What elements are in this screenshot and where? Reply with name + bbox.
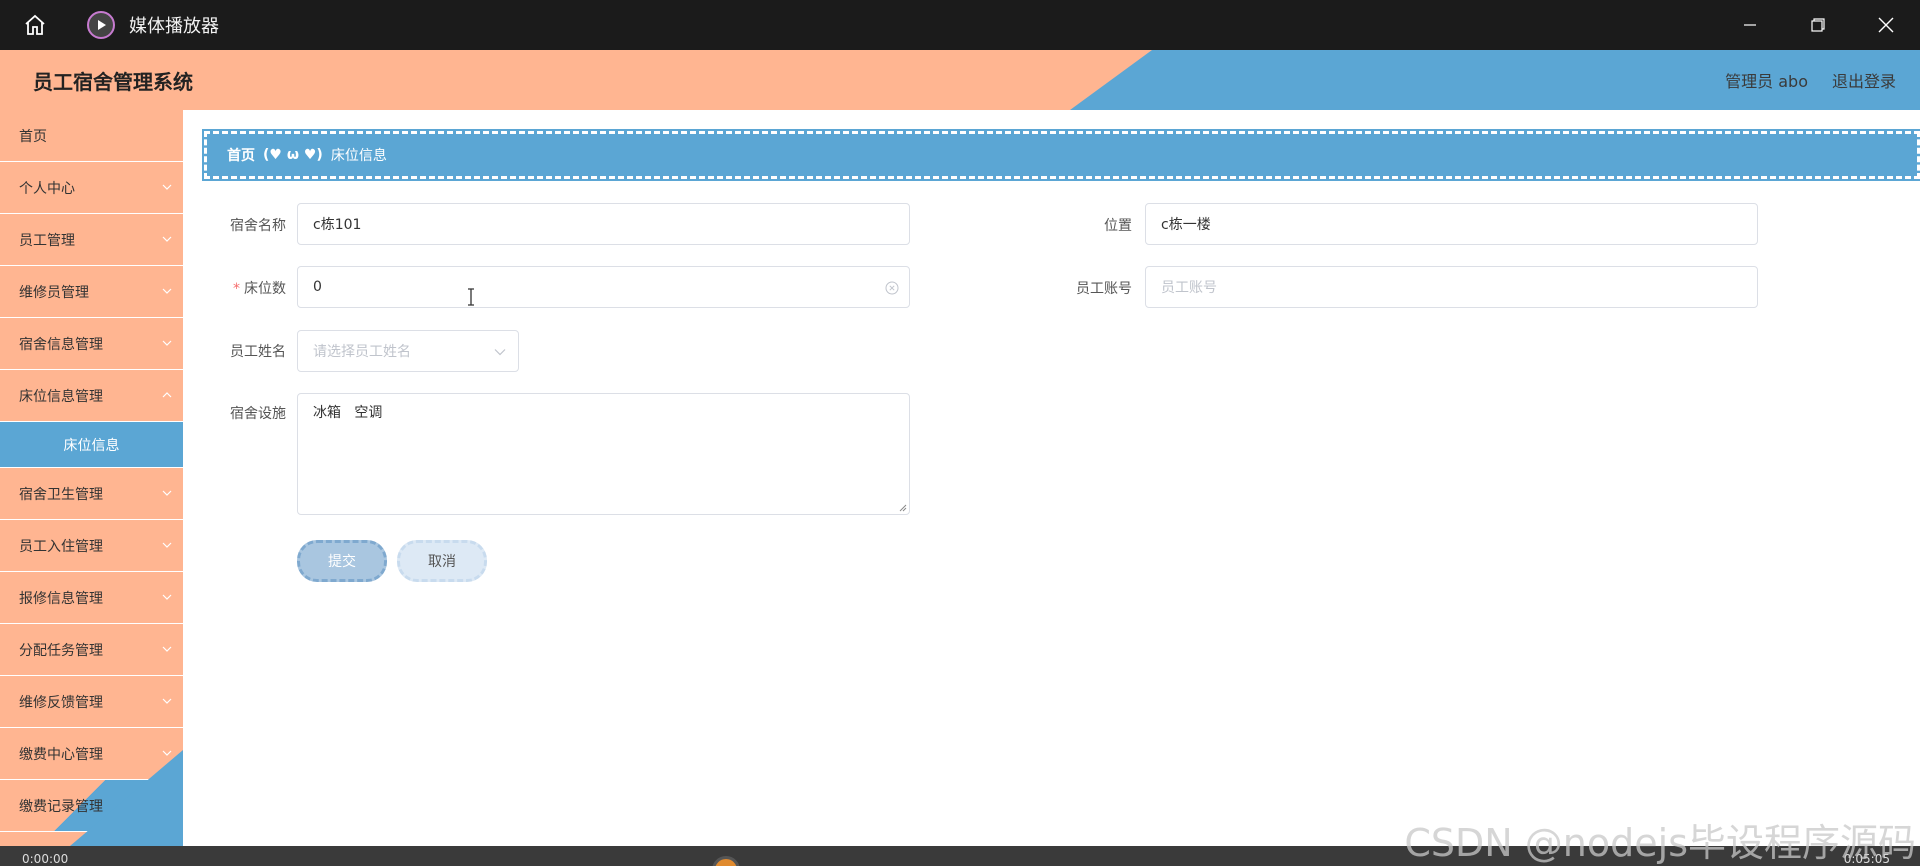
watermark-text: CSDN @nodejs毕设程序源码 — [1404, 821, 1916, 865]
dorm-name-input[interactable]: c栋101 — [297, 203, 910, 245]
sidebar-subitem-bed-info[interactable]: 床位信息 — [0, 422, 183, 468]
facilities-label: 宿舍设施 — [230, 406, 286, 422]
employee-account-label: 员工账号 — [1076, 281, 1132, 297]
clear-icon[interactable] — [885, 281, 899, 295]
breadcrumb: 首页 (♥ ω ♥) 床位信息 — [202, 129, 1920, 181]
employee-name-label: 员工姓名 — [230, 344, 286, 360]
app-header: 员工宿舍管理系统 管理员 abo 退出登录 — [0, 50, 1920, 110]
facilities-textarea[interactable]: 冰箱 空调 — [297, 393, 910, 515]
elapsed-time: 0:00:00 — [22, 852, 69, 866]
employee-name-placeholder: 请选择员工姓名 — [313, 344, 411, 360]
sidebar-item-repair-info[interactable]: 报修信息管理 — [0, 572, 183, 624]
text-cursor-icon — [468, 288, 474, 306]
sidebar-item-label: 报修信息管理 — [19, 590, 103, 607]
chevron-down-icon — [162, 288, 172, 294]
sidebar-item-employee[interactable]: 员工管理 — [0, 214, 183, 266]
sidebar-corner-shape — [70, 750, 183, 846]
chevron-down-icon — [162, 490, 172, 496]
chevron-down-icon — [162, 236, 172, 242]
cancel-button[interactable]: 取消 — [397, 540, 487, 582]
window-titlebar: 媒体播放器 — [0, 0, 1920, 50]
dorm-name-label: 宿舍名称 — [230, 218, 286, 234]
sidebar-item-label: 个人中心 — [19, 180, 75, 197]
sidebar-item-dorm-hygiene[interactable]: 宿舍卫生管理 — [0, 468, 183, 520]
window-title: 媒体播放器 — [129, 16, 219, 37]
sidebar-item-label: 宿舍卫生管理 — [19, 486, 103, 503]
seek-slider-knob[interactable] — [712, 856, 740, 866]
minimize-button[interactable] — [1716, 0, 1784, 50]
sidebar-item-bed-info[interactable]: 床位信息管理 — [0, 370, 183, 422]
sidebar: 首页 个人中心 员工管理 维修员管理 宿舍信息管理 床位信息管理 床位信息 宿舍… — [0, 110, 183, 846]
location-value: c栋一楼 — [1161, 217, 1211, 233]
chevron-down-icon — [162, 594, 172, 600]
close-button[interactable] — [1852, 0, 1920, 50]
media-player-icon — [87, 11, 115, 39]
employee-account-placeholder: 员工账号 — [1161, 280, 1217, 296]
home-icon[interactable] — [0, 0, 70, 50]
required-mark: * — [233, 281, 240, 297]
chevron-down-icon — [494, 349, 506, 356]
sidebar-item-checkin[interactable]: 员工入住管理 — [0, 520, 183, 572]
employee-account-input[interactable]: 员工账号 — [1145, 266, 1758, 308]
header-peach-shape — [0, 50, 1152, 110]
beds-label: * 床位数 — [214, 278, 286, 298]
sidebar-item-home[interactable]: 首页 — [0, 110, 183, 162]
chevron-down-icon — [162, 698, 172, 704]
sidebar-item-label: 首页 — [19, 128, 47, 145]
sidebar-item-personal-center[interactable]: 个人中心 — [0, 162, 183, 214]
admin-user-label: 管理员 abo — [1725, 72, 1808, 91]
sidebar-item-label: 维修反馈管理 — [19, 694, 103, 711]
resize-grip-icon[interactable] — [897, 502, 907, 512]
beds-value: 0 — [313, 279, 322, 295]
dorm-name-value: c栋101 — [313, 217, 362, 233]
sidebar-item-dorm-info[interactable]: 宿舍信息管理 — [0, 318, 183, 370]
sidebar-item-label: 宿舍信息管理 — [19, 336, 103, 353]
chevron-down-icon — [162, 184, 172, 190]
location-label: 位置 — [1104, 218, 1132, 234]
sidebar-item-repairman[interactable]: 维修员管理 — [0, 266, 183, 318]
submit-button[interactable]: 提交 — [297, 540, 387, 582]
sidebar-item-label: 床位信息管理 — [19, 388, 103, 405]
location-input[interactable]: c栋一楼 — [1145, 203, 1758, 245]
chevron-down-icon — [162, 542, 172, 548]
chevron-down-icon — [162, 646, 172, 652]
beds-input[interactable]: 0 — [297, 266, 910, 308]
employee-name-select[interactable]: 请选择员工姓名 — [297, 330, 519, 372]
sidebar-item-label: 分配任务管理 — [19, 642, 103, 659]
facilities-value: 冰箱 空调 — [313, 405, 383, 421]
sidebar-item-repair-feedback[interactable]: 维修反馈管理 — [0, 676, 183, 728]
sidebar-item-label: 维修员管理 — [19, 284, 89, 301]
sidebar-item-task-assign[interactable]: 分配任务管理 — [0, 624, 183, 676]
breadcrumb-home-link[interactable]: 首页 — [227, 145, 255, 165]
chevron-up-icon — [162, 392, 172, 398]
app-title: 员工宿舍管理系统 — [33, 70, 193, 94]
logout-link[interactable]: 退出登录 — [1832, 68, 1896, 92]
sidebar-item-label: 员工入住管理 — [19, 538, 103, 555]
restore-button[interactable] — [1784, 0, 1852, 50]
chevron-down-icon — [162, 340, 172, 346]
sidebar-item-label: 员工管理 — [19, 232, 75, 249]
breadcrumb-separator: (♥ ω ♥) — [263, 147, 323, 163]
breadcrumb-current: 床位信息 — [330, 148, 387, 164]
beds-label-text: 床位数 — [244, 281, 286, 297]
